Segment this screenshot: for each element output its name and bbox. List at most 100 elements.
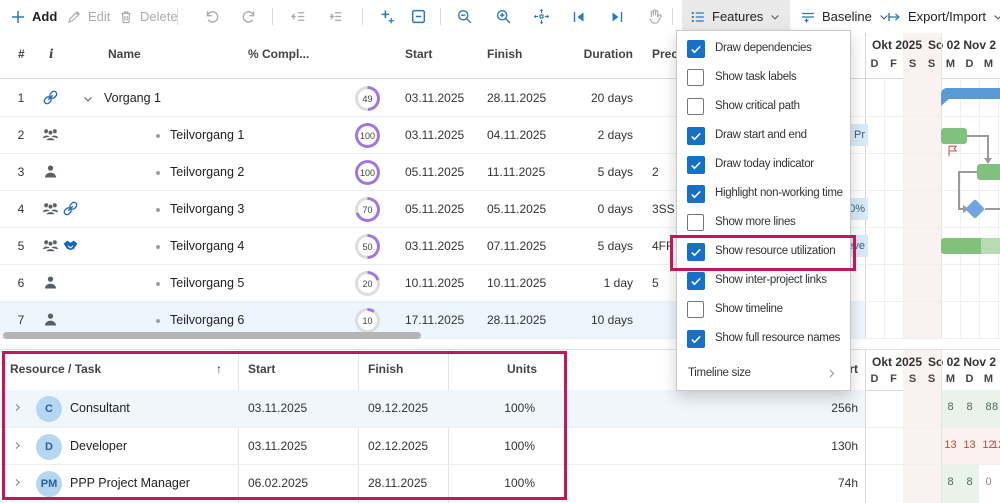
features-button[interactable]: Features — [690, 0, 781, 33]
percent-complete-ring: 70 — [355, 197, 380, 222]
collapse-all-button[interactable] — [410, 0, 427, 33]
checkbox-unchecked-icon[interactable] — [687, 301, 704, 318]
checkbox-unchecked-icon[interactable] — [687, 98, 704, 115]
percent-complete-ring: 100 — [355, 123, 380, 148]
redo-button[interactable] — [241, 0, 258, 33]
utilization-value: 12 — [989, 439, 1000, 451]
horizontal-scrollbar[interactable] — [3, 332, 421, 339]
go-to-end-button[interactable] — [609, 0, 625, 33]
menu-item-draw-dependencies[interactable]: Draw dependencies — [677, 35, 848, 64]
task-bar[interactable] — [941, 128, 967, 144]
column-header-number[interactable]: # — [18, 47, 25, 61]
column-header-start[interactable]: Start — [405, 47, 432, 61]
zoom-fit-button[interactable] — [533, 0, 550, 33]
indent-button[interactable] — [327, 0, 344, 33]
delete-button-label: Delete — [140, 9, 178, 24]
list-icon — [690, 9, 706, 25]
export-import-button[interactable]: Export/Import — [886, 0, 1000, 33]
column-header-start[interactable]: Start — [248, 362, 275, 376]
redo-icon — [241, 8, 258, 25]
task-duration: 10 days — [553, 313, 633, 327]
grid-chart-splitter[interactable] — [865, 350, 866, 503]
bullet-icon — [156, 282, 160, 286]
task-bar-remaining[interactable] — [981, 238, 1000, 254]
bullet-icon — [156, 245, 160, 249]
dependency-connector — [967, 135, 988, 137]
expand-chevron-icon[interactable] — [12, 477, 23, 488]
checkbox-checked-icon[interactable] — [687, 272, 705, 290]
menu-item-timeline-size[interactable]: Timeline size — [677, 360, 848, 389]
handshake-icon — [62, 237, 79, 254]
checkbox-checked-icon[interactable] — [687, 330, 705, 348]
menu-item-draw-start-and-end[interactable]: Draw start and end — [677, 122, 848, 151]
baseline-button[interactable]: Baseline — [800, 0, 890, 33]
task-finish: 28.11.2025 — [487, 313, 546, 327]
chevron-down-icon[interactable] — [82, 93, 94, 105]
menu-item-show-inter-project-links[interactable]: Show inter-project links — [677, 267, 848, 296]
column-header-name[interactable]: Name — [108, 47, 141, 61]
menu-item-show-more-lines[interactable]: Show more lines — [677, 209, 848, 238]
menu-item-show-critical-path[interactable]: Show critical path — [677, 93, 848, 122]
task-duration: 2 days — [553, 128, 633, 142]
go-to-start-button[interactable] — [571, 0, 587, 33]
zoom-in-icon — [495, 8, 512, 25]
checkbox-checked-icon[interactable] — [687, 243, 705, 261]
plus-icon — [10, 9, 26, 25]
group-icon — [42, 237, 59, 254]
menu-item-show-task-labels[interactable]: Show task labels — [677, 64, 848, 93]
column-header-units[interactable]: Units — [447, 362, 537, 376]
resource-row[interactable]: PM PPP Project Manager 06.02.2025 28.11.… — [0, 465, 1000, 503]
menu-item-highlight-non-working-time[interactable]: Highlight non-working time — [677, 180, 848, 209]
column-header-finish[interactable]: Finish — [368, 362, 403, 376]
resource-effort: 130h — [760, 439, 858, 453]
menu-item-show-full-resource-names[interactable]: Show full resource names — [677, 325, 848, 354]
task-start: 03.11.2025 — [405, 239, 464, 253]
zoom-out-button[interactable] — [456, 0, 473, 33]
dependency-connector — [987, 135, 989, 158]
expand-chevron-icon[interactable] — [12, 440, 23, 451]
resource-row[interactable]: C Consultant 03.11.2025 09.12.2025 100% … — [0, 390, 1000, 428]
column-header-info[interactable]: i — [49, 47, 54, 61]
edit-button[interactable]: Edit — [66, 0, 110, 33]
add-subtask-button[interactable] — [379, 0, 396, 33]
column-header-resource-task[interactable]: Resource / Task — [10, 362, 101, 376]
expand-chevron-icon[interactable] — [12, 402, 23, 413]
delete-button[interactable]: Delete — [118, 0, 178, 33]
column-header-percent-complete[interactable]: % Compl... — [248, 47, 309, 61]
task-start: 03.11.2025 — [405, 91, 464, 105]
menu-item-draw-today-indicator[interactable]: Draw today indicator — [677, 151, 848, 180]
task-finish: 11.11.2025 — [487, 165, 545, 179]
utilization-value: 8 — [960, 401, 979, 413]
resource-finish: 28.11.2025 — [368, 476, 427, 490]
task-finish: 07.11.2025 — [487, 239, 546, 253]
checkbox-checked-icon[interactable] — [687, 127, 705, 145]
row-number: 4 — [10, 202, 32, 216]
checkbox-unchecked-icon[interactable] — [687, 214, 704, 231]
day-label: S — [903, 373, 922, 385]
menu-item-show-timeline[interactable]: Show timeline — [677, 296, 848, 325]
menu-item-show-resource-utilization[interactable]: Show resource utilization — [677, 238, 848, 267]
column-header-duration[interactable]: Duration — [553, 47, 633, 61]
pan-button[interactable] — [646, 0, 663, 33]
checkbox-checked-icon[interactable] — [687, 156, 705, 174]
resource-row[interactable]: D Developer 03.11.2025 02.12.2025 100% 1… — [0, 428, 1000, 465]
checkbox-unchecked-icon[interactable] — [687, 69, 704, 86]
utilization-value: 13 — [960, 439, 979, 451]
sort-ascending-icon[interactable]: ↑ — [216, 362, 222, 376]
dependency-connector — [958, 171, 960, 209]
bullet-icon — [156, 134, 160, 138]
checkbox-checked-icon[interactable] — [687, 185, 705, 203]
undo-button[interactable] — [203, 0, 220, 33]
checkbox-checked-icon[interactable] — [687, 40, 705, 58]
column-header-finish[interactable]: Finish — [487, 47, 522, 61]
zoom-in-button[interactable] — [495, 0, 512, 33]
outdent-button[interactable] — [290, 0, 307, 33]
task-finish: 28.11.2025 — [487, 91, 546, 105]
column-header-predecessors[interactable]: Prec — [652, 47, 678, 61]
outdent-icon — [290, 8, 307, 25]
day-label: S — [922, 373, 941, 385]
collapse-box-icon — [410, 8, 427, 25]
task-bar-progress[interactable] — [941, 238, 981, 254]
add-button[interactable]: Add — [10, 0, 57, 33]
task-bar[interactable] — [977, 164, 1000, 180]
